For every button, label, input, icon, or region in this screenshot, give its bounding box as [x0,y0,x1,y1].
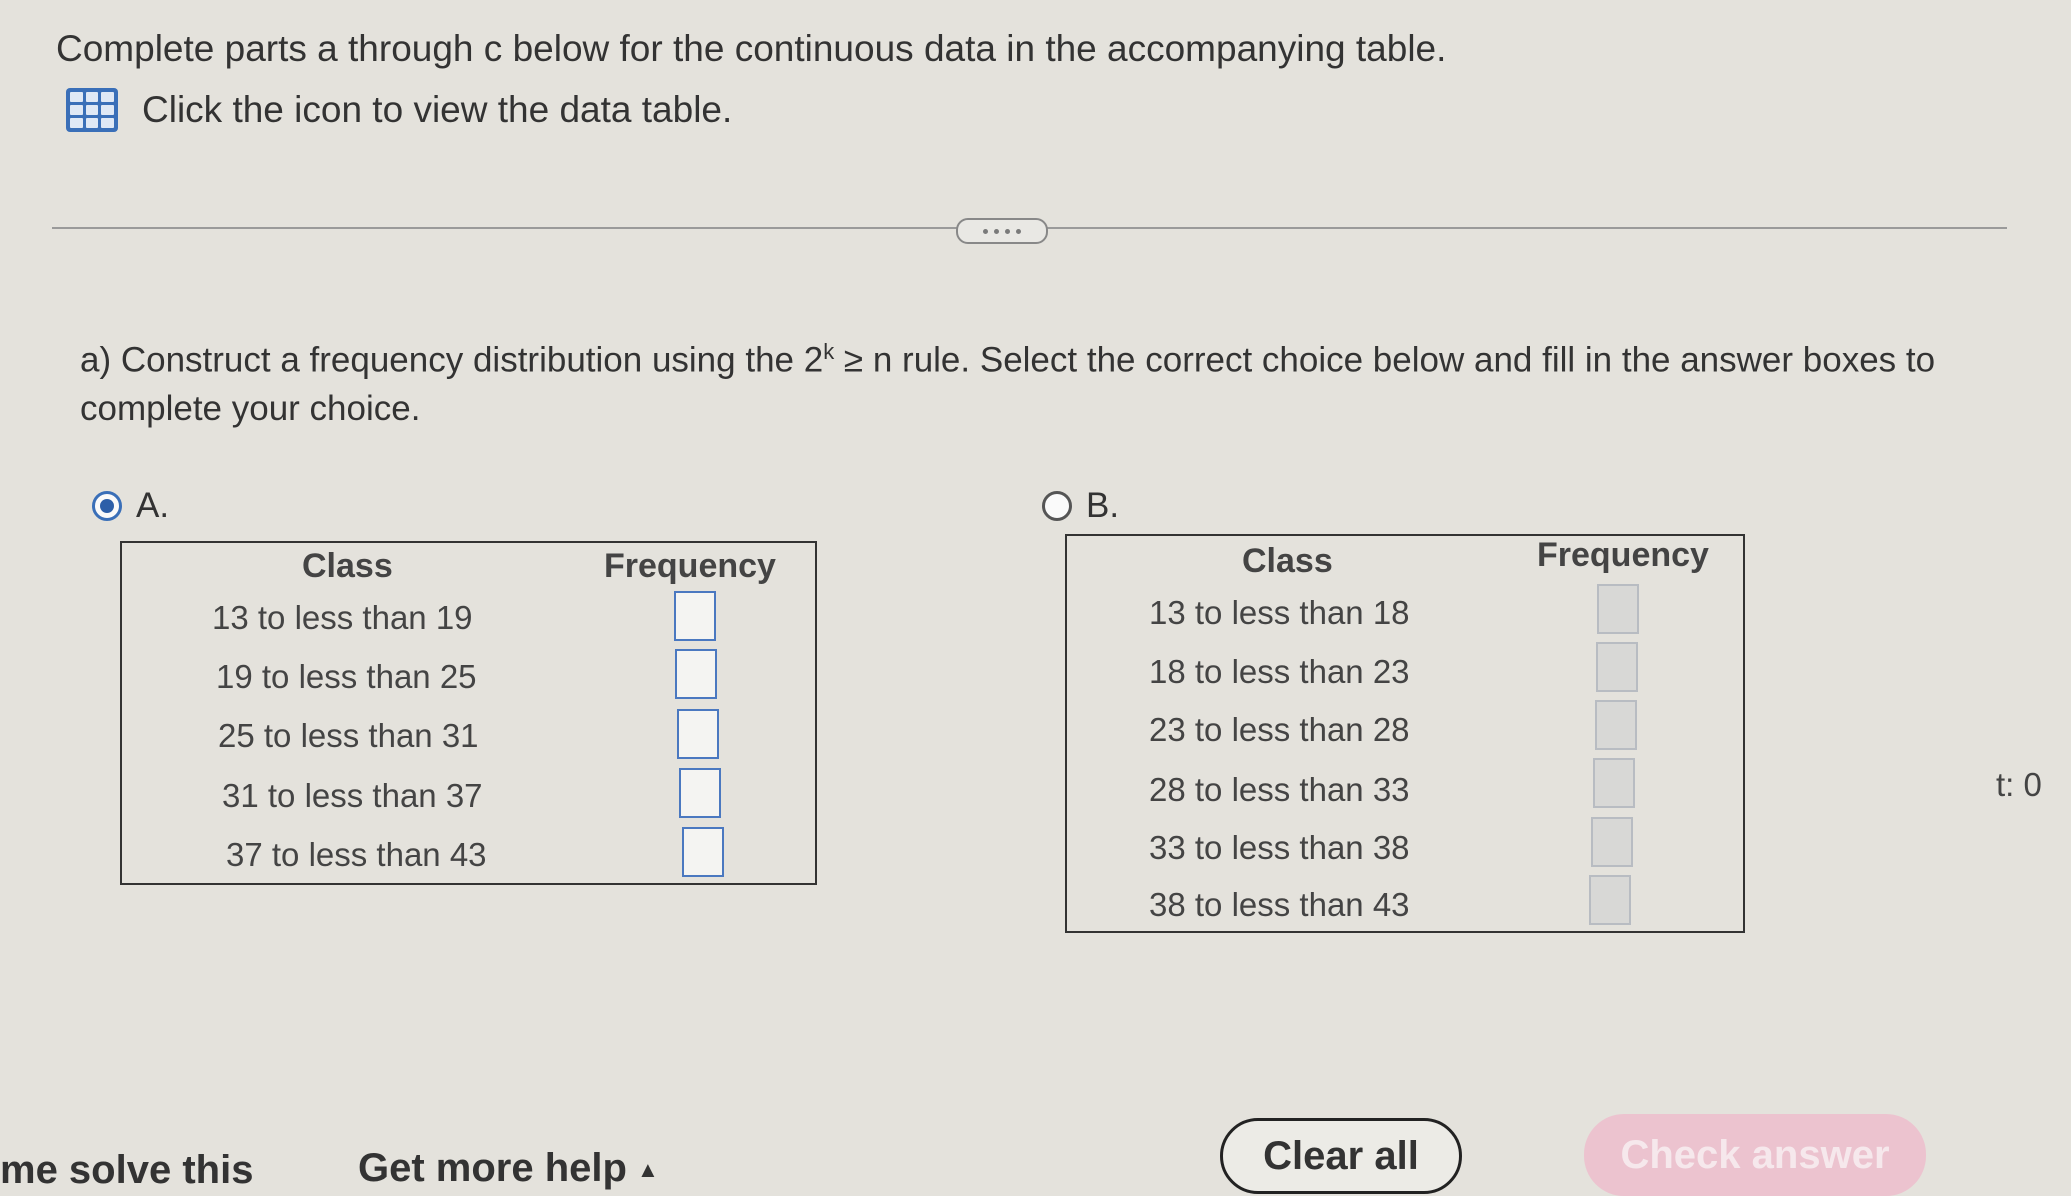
class-row: 13 to less than 19 [212,599,473,636]
class-row: 19 to less than 25 [216,658,477,695]
choice-a[interactable]: A. [92,486,169,526]
data-table-link-label[interactable]: Click the icon to view the data table. [142,89,732,131]
class-row: 31 to less than 37 [222,777,483,814]
instructions-text: Complete parts a through c below for the… [56,28,1447,69]
frequency-header: Frequency [604,547,776,585]
frequency-input[interactable] [682,827,724,877]
check-answer-button[interactable]: Check answer [1584,1114,1926,1196]
class-row: 37 to less than 43 [226,836,487,873]
data-table-icon[interactable] [66,88,118,132]
class-header: Class [1242,542,1333,580]
frequency-input[interactable] [1593,758,1635,808]
class-row: 33 to less than 38 [1149,829,1410,866]
expand-handle[interactable] [956,218,1048,244]
choice-a-label[interactable]: A. [136,486,169,526]
class-row: 38 to less than 43 [1149,886,1410,923]
class-row: 28 to less than 33 [1149,771,1410,808]
frequency-input[interactable] [674,591,716,641]
frequency-input[interactable] [675,649,717,699]
choice-b[interactable]: B. [1042,486,1119,526]
help-me-solve-link[interactable]: me solve this [0,1148,253,1193]
class-row: 13 to less than 18 [1149,594,1410,631]
class-row: 23 to less than 28 [1149,711,1410,748]
score-text: t: 0 [1996,766,2042,803]
data-table-link[interactable]: Click the icon to view the data table. [66,88,732,132]
choice-b-radio[interactable] [1042,491,1072,521]
class-header: Class [302,547,393,585]
frequency-input[interactable] [1596,642,1638,692]
choice-a-table: Class Frequency 13 to less than 19 19 to… [120,541,817,885]
choice-b-table: Class Frequency 13 to less than 18 18 to… [1065,534,1745,933]
frequency-input[interactable] [1595,700,1637,750]
frequency-input[interactable] [1591,817,1633,867]
question-text: a) Construct a frequency distribution us… [80,339,1936,428]
class-row: 25 to less than 31 [218,717,479,754]
frequency-input[interactable] [679,768,721,818]
frequency-input[interactable] [1589,875,1631,925]
frequency-input[interactable] [1597,584,1639,634]
frequency-input[interactable] [677,709,719,759]
clear-all-button[interactable]: Clear all [1220,1118,1462,1194]
frequency-header: Frequency [1537,536,1709,574]
caret-up-icon: ▲ [636,1157,659,1183]
get-more-help-link[interactable]: Get more help ▲ [358,1146,659,1191]
choice-b-label[interactable]: B. [1086,486,1119,526]
get-more-help-label[interactable]: Get more help [358,1146,627,1190]
class-row: 18 to less than 23 [1149,653,1410,690]
choice-a-radio[interactable] [92,491,122,521]
